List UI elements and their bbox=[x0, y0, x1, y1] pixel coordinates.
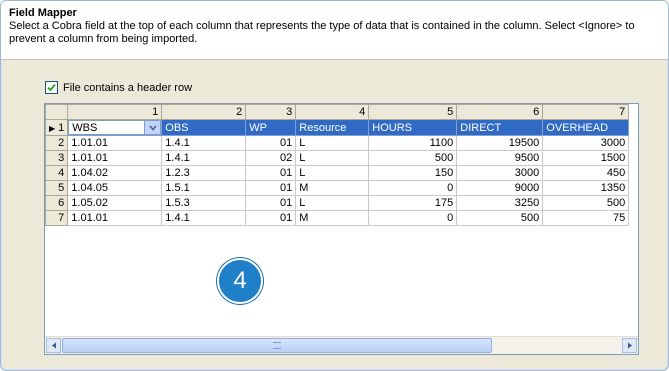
table-cell[interactable]: 01 bbox=[245, 135, 297, 151]
table-cell[interactable]: 1.01.01 bbox=[67, 210, 163, 226]
table-row[interactable]: 4 1.04.02 1.2.3 01 L 150 3000 450 bbox=[45, 165, 630, 181]
row-header: 7 bbox=[45, 210, 69, 226]
dialog-title: Field Mapper bbox=[9, 7, 77, 19]
table-cell[interactable]: 500 bbox=[542, 195, 630, 211]
table-cell[interactable]: 9000 bbox=[456, 180, 544, 196]
table-cell[interactable]: 1350 bbox=[542, 180, 630, 196]
dropdown-button[interactable] bbox=[144, 121, 161, 134]
column-number-cell: 4 bbox=[295, 104, 370, 120]
field-mapping-cell[interactable]: WP bbox=[245, 119, 297, 136]
scroll-right-button[interactable] bbox=[622, 338, 637, 353]
row-header: 4 bbox=[45, 165, 69, 181]
table-cell[interactable]: 175 bbox=[368, 195, 458, 211]
table-cell[interactable]: 1.5.3 bbox=[161, 195, 247, 211]
step-callout-badge: 4 bbox=[217, 258, 263, 304]
table-cell[interactable]: 1100 bbox=[368, 135, 458, 151]
column-number-cell: 2 bbox=[161, 104, 247, 120]
table-cell[interactable]: 75 bbox=[542, 210, 630, 226]
table-cell[interactable]: 01 bbox=[245, 195, 297, 211]
table-cell[interactable]: 1.4.1 bbox=[161, 150, 247, 166]
table-cell[interactable]: 0 bbox=[368, 210, 458, 226]
field-mapping-cell[interactable]: OVERHEAD bbox=[542, 119, 630, 136]
table-cell[interactable]: 1.4.1 bbox=[161, 210, 247, 226]
field-mapping-cell[interactable]: OBS bbox=[161, 119, 247, 136]
table-cell[interactable]: 500 bbox=[456, 210, 544, 226]
table-cell[interactable]: 150 bbox=[368, 165, 458, 181]
table-cell[interactable]: 19500 bbox=[456, 135, 544, 151]
table-cell[interactable]: 1.4.1 bbox=[161, 135, 247, 151]
row-header: ▶ 1 bbox=[45, 119, 69, 136]
table-cell[interactable]: 3250 bbox=[456, 195, 544, 211]
row-header: 5 bbox=[45, 180, 69, 196]
current-row-icon: ▶ bbox=[49, 123, 56, 133]
row-header: 3 bbox=[45, 150, 69, 166]
table-cell[interactable]: 01 bbox=[245, 180, 297, 196]
table-cell[interactable]: 02 bbox=[245, 150, 297, 166]
corner-cell bbox=[45, 104, 69, 120]
field-mapping-cell[interactable]: DIRECT bbox=[456, 119, 544, 136]
table-cell[interactable]: 1.01.01 bbox=[67, 150, 163, 166]
dialog-header: Field Mapper Select a Cobra field at the… bbox=[1, 1, 668, 60]
table-cell[interactable]: 3000 bbox=[542, 135, 630, 151]
table-cell[interactable]: 1.04.02 bbox=[67, 165, 163, 181]
table-cell[interactable]: L bbox=[295, 165, 370, 181]
table-cell[interactable]: 450 bbox=[542, 165, 630, 181]
table-cell[interactable]: 1.5.1 bbox=[161, 180, 247, 196]
checkmark-icon bbox=[47, 83, 56, 92]
table-cell[interactable]: L bbox=[295, 195, 370, 211]
column-number-cell: 6 bbox=[456, 104, 544, 120]
table-cell[interactable]: 9500 bbox=[456, 150, 544, 166]
header-row-checkbox[interactable] bbox=[45, 81, 58, 94]
horizontal-scrollbar[interactable] bbox=[45, 336, 638, 354]
table-cell[interactable]: 1.2.3 bbox=[161, 165, 247, 181]
column-number-row: 1234567 bbox=[45, 104, 630, 120]
table-cell[interactable]: M bbox=[295, 180, 370, 196]
field-mapping-row[interactable]: ▶ 1 WBS OBS WP Resource HOURS DIRECT OVERHEAD bbox=[45, 119, 630, 136]
column-number-cell: 1 bbox=[67, 104, 163, 120]
field-mapping-cell[interactable]: HOURS bbox=[368, 119, 458, 136]
field-select-wbs[interactable]: WBS bbox=[67, 119, 163, 136]
data-grid[interactable]: 1234567 ▶ 1 WBS OBS WP Resource HOURS DIRECT OV… bbox=[44, 103, 639, 355]
table-row[interactable]: 7 1.01.01 1.4.1 01 M 0 500 75 bbox=[45, 210, 630, 226]
table-row[interactable]: 3 1.01.01 1.4.1 02 L 500 9500 1500 bbox=[45, 150, 630, 166]
table-cell[interactable]: 1.01.01 bbox=[67, 135, 163, 151]
table-cell[interactable]: 1.04.05 bbox=[67, 180, 163, 196]
column-number-cell: 7 bbox=[542, 104, 630, 120]
table-cell[interactable]: M bbox=[295, 210, 370, 226]
table-cell[interactable]: 0 bbox=[368, 180, 458, 196]
field-mapper-panel: Field Mapper Select a Cobra field at the… bbox=[0, 0, 669, 371]
row-header: 2 bbox=[45, 135, 69, 151]
dialog-description: Select a Cobra field at the top of each … bbox=[9, 20, 635, 45]
header-row-label: File contains a header row bbox=[63, 81, 193, 94]
scroll-thumb[interactable] bbox=[62, 338, 492, 353]
arrow-right-icon bbox=[627, 342, 632, 349]
table-cell[interactable]: 3000 bbox=[456, 165, 544, 181]
arrow-left-icon bbox=[51, 342, 56, 349]
row-header: 6 bbox=[45, 195, 69, 211]
field-mapping-cell[interactable]: Resource bbox=[295, 119, 370, 136]
chevron-down-icon bbox=[149, 124, 157, 131]
table-row[interactable]: 5 1.04.05 1.5.1 01 M 0 9000 1350 bbox=[45, 180, 630, 196]
grid-table: 1234567 ▶ 1 WBS OBS WP Resource HOURS DIRECT OV… bbox=[45, 104, 630, 226]
table-row[interactable]: 2 1.01.01 1.4.1 01 L 1100 19500 3000 bbox=[45, 135, 630, 151]
scroll-left-button[interactable] bbox=[46, 338, 61, 353]
table-cell[interactable]: 500 bbox=[368, 150, 458, 166]
table-row[interactable]: 6 1.05.02 1.5.3 01 L 175 3250 500 bbox=[45, 195, 630, 211]
table-cell[interactable]: L bbox=[295, 150, 370, 166]
table-cell[interactable]: 1500 bbox=[542, 150, 630, 166]
table-cell[interactable]: 01 bbox=[245, 165, 297, 181]
table-cell[interactable]: 1.05.02 bbox=[67, 195, 163, 211]
field-dropdown[interactable]: WBS bbox=[68, 120, 161, 135]
column-number-cell: 3 bbox=[245, 104, 297, 120]
table-cell[interactable]: L bbox=[295, 135, 370, 151]
table-cell[interactable]: 01 bbox=[245, 210, 297, 226]
field-select-value: WBS bbox=[72, 121, 98, 134]
column-number-cell: 5 bbox=[368, 104, 458, 120]
header-row-option[interactable]: File contains a header row bbox=[45, 81, 192, 94]
grip-icon bbox=[273, 342, 281, 349]
